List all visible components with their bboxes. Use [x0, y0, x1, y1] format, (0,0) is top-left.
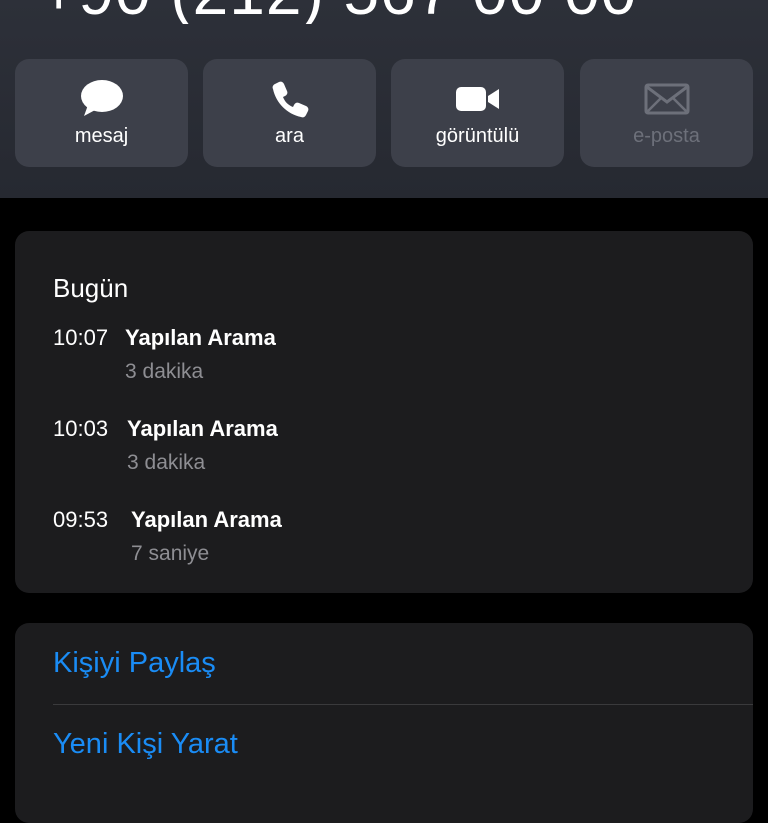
- message-button[interactable]: mesaj: [15, 59, 188, 167]
- call-type: Yapılan Arama: [127, 416, 278, 441]
- share-contact-link[interactable]: Kişiyi Paylaş: [53, 647, 216, 680]
- call-time: 10:07: [53, 325, 109, 350]
- quick-actions: mesaj ara görüntülü e-posta: [15, 59, 753, 167]
- call-history-card: Bugün 10:07 Yapılan Arama 3 dakika 10:03…: [15, 231, 753, 593]
- email-button-label: e-posta: [633, 125, 700, 147]
- options-divider: [53, 704, 753, 705]
- message-button-label: mesaj: [74, 125, 129, 147]
- call-time: 10:03: [53, 416, 109, 441]
- call-button-label: ara: [275, 125, 304, 147]
- envelope-icon: [580, 79, 753, 119]
- call-button[interactable]: ara: [203, 59, 376, 167]
- call-history-day: Bugün: [53, 273, 129, 303]
- call-duration: 7 saniye: [131, 542, 210, 565]
- phone-number[interactable]: +90 (212) 567 00 00: [40, 0, 740, 24]
- contact-header: +90 (212) 567 00 00 mesaj ara: [0, 0, 768, 198]
- phone-icon: [203, 79, 376, 119]
- call-time: 09:53: [53, 507, 109, 532]
- message-bubble-icon: [15, 79, 188, 119]
- email-button[interactable]: e-posta: [580, 59, 753, 167]
- call-type: Yapılan Arama: [131, 507, 282, 532]
- contact-options-card: Kişiyi Paylaş Yeni Kişi Yarat: [15, 623, 753, 823]
- video-camera-icon: [391, 79, 564, 119]
- call-type: Yapılan Arama: [125, 325, 276, 350]
- call-duration: 3 dakika: [125, 360, 204, 383]
- call-duration: 3 dakika: [127, 451, 206, 474]
- video-call-button[interactable]: görüntülü: [391, 59, 564, 167]
- create-new-contact-link[interactable]: Yeni Kişi Yarat: [53, 728, 238, 761]
- video-call-button-label: görüntülü: [435, 125, 520, 147]
